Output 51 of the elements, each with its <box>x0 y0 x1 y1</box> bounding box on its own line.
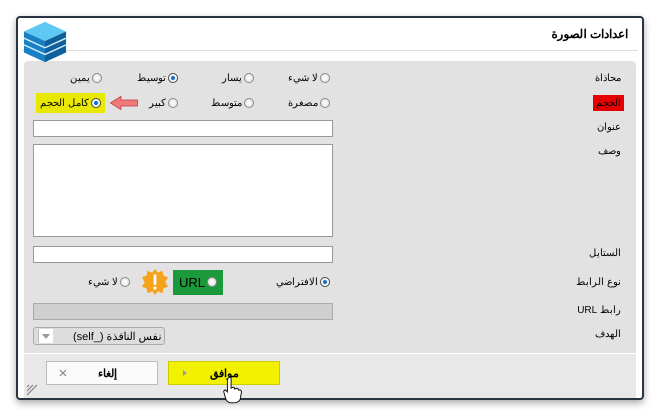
radio-button[interactable] <box>120 277 130 288</box>
radio-option[interactable]: كامل الحجم <box>36 93 105 114</box>
option-label: URL <box>178 274 205 290</box>
radio-option[interactable]: كبير <box>146 95 181 112</box>
option-label: لا شيء <box>88 276 118 288</box>
dialog-title: اعدادات الصورة <box>552 27 628 41</box>
close-icon <box>59 369 67 377</box>
field-label: نوع الرابط <box>575 276 622 290</box>
description-field[interactable] <box>33 144 333 238</box>
radio-button[interactable] <box>168 72 178 83</box>
cube-stack-icon <box>22 20 68 64</box>
option-label: توسيط <box>137 72 166 84</box>
radio-option[interactable]: لا شيء <box>257 70 333 86</box>
field-label: رابط URL <box>576 304 622 318</box>
option-label: مصغرة <box>288 97 318 110</box>
radio-option[interactable]: مصغرة <box>285 95 333 112</box>
option-label: الافتراضي <box>276 276 318 288</box>
option-label: يسار <box>222 72 242 84</box>
radio-option[interactable]: الافتراضي <box>273 274 333 290</box>
option-label: لا شيء <box>288 72 318 84</box>
option-label: متوسط <box>211 97 242 110</box>
play-icon <box>181 369 189 377</box>
radio-button[interactable] <box>92 72 102 83</box>
radio-button[interactable] <box>320 98 330 108</box>
style-field[interactable] <box>33 246 333 263</box>
option-label: كامل الحجم <box>40 97 89 110</box>
radio-button[interactable] <box>320 72 330 83</box>
option-label: كبير <box>149 97 166 110</box>
field-label: عنوان <box>596 121 622 136</box>
radio-button[interactable] <box>168 98 178 108</box>
radio-button[interactable] <box>207 277 217 288</box>
field-label: وصف <box>597 145 622 160</box>
radio-option[interactable]: لا شيء <box>85 274 133 290</box>
radio-option[interactable]: توسيط <box>105 70 181 86</box>
field-label: الهدف <box>594 328 622 342</box>
radio-option[interactable]: URL <box>172 270 223 295</box>
option-label: يمين <box>70 72 90 84</box>
title-field[interactable] <box>33 120 333 138</box>
radio-option[interactable]: يسار <box>181 70 257 86</box>
target-dropdown[interactable]: نفس النافذة (_self) <box>33 327 165 345</box>
radio-option[interactable]: يمين <box>29 70 105 86</box>
resize-grip-icon[interactable] <box>26 384 38 396</box>
radio-button[interactable] <box>244 72 254 83</box>
radio-button[interactable] <box>91 98 101 108</box>
field-label: الستايل <box>588 246 622 261</box>
cancel-button[interactable]: إلغاء <box>46 361 158 385</box>
radio-button[interactable] <box>244 98 254 108</box>
radio-option[interactable]: متوسط <box>208 95 257 112</box>
radio-button[interactable] <box>320 277 330 288</box>
field-label: الحجم <box>593 95 624 112</box>
field-label: محاذاة <box>594 72 622 86</box>
